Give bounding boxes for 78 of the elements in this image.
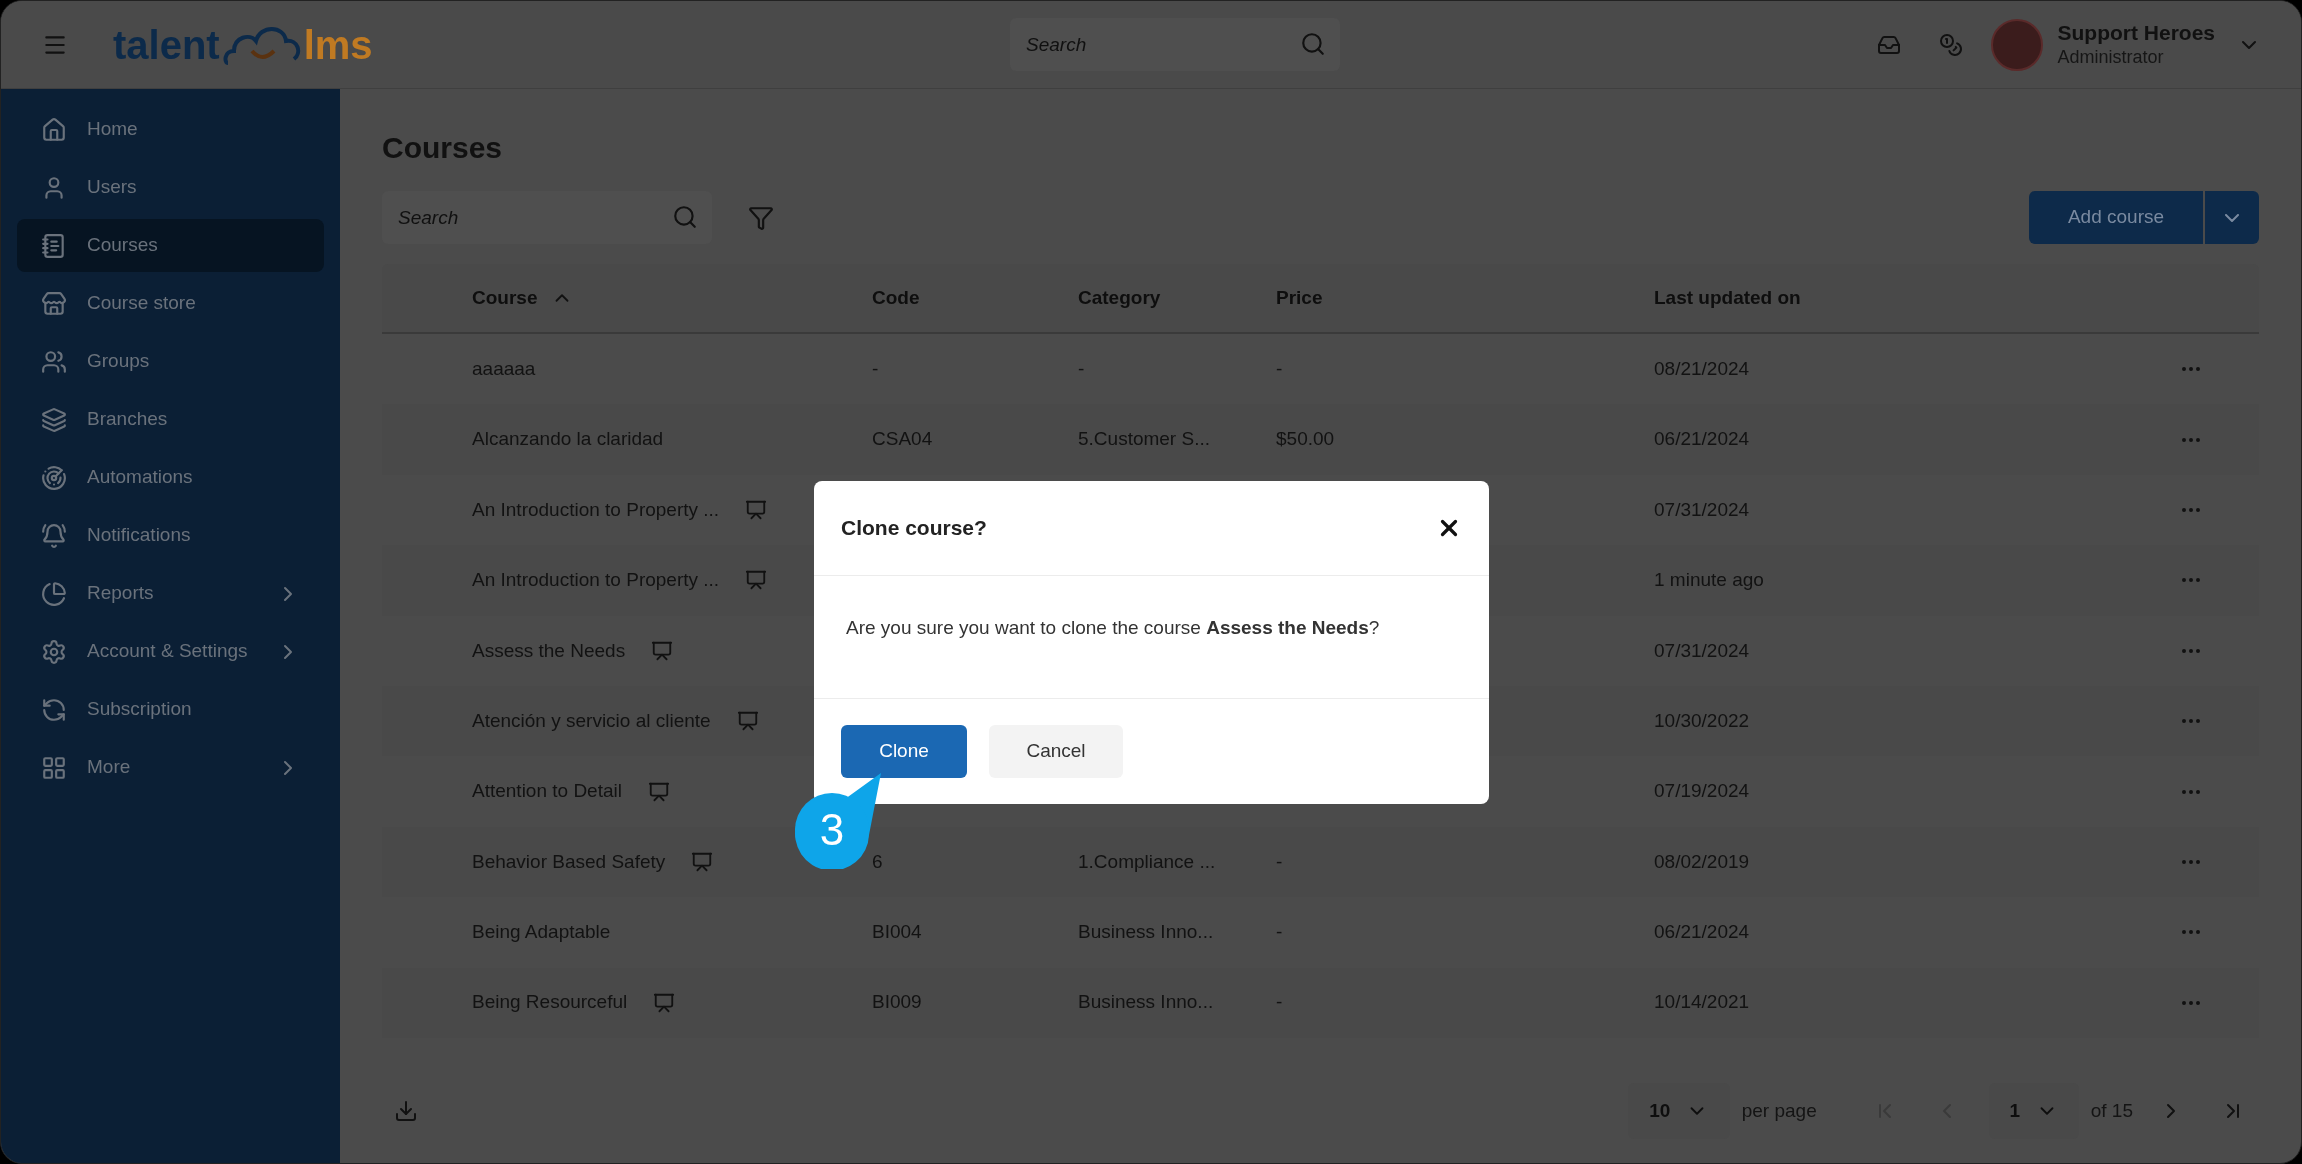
sidebar-item[interactable]: Reports (17, 567, 324, 620)
table-cell: 1.Compliance ... (1078, 850, 1216, 872)
logo-text: lms (303, 24, 373, 65)
clone-button[interactable]: Clone (841, 725, 967, 778)
table-cell: CSA04 (872, 428, 933, 450)
table-cell-text: An Introduction to Property ... (472, 497, 720, 522)
table-cell-text: Assess the Needs (472, 638, 626, 663)
table-cell: - (1078, 357, 1085, 379)
table-cell: Business Inno... (1078, 991, 1214, 1013)
search-icon (1300, 31, 1327, 57)
bell-icon (41, 522, 67, 549)
table-cell: - (872, 357, 879, 379)
group-icon (41, 348, 67, 375)
column-header[interactable]: Course (472, 283, 538, 313)
page-title: Courses (382, 133, 504, 163)
table-cell: 07/31/2024 (1654, 639, 1750, 661)
sidebar-item[interactable]: More (17, 741, 324, 794)
table-cell: 10/14/2021 (1654, 991, 1750, 1013)
sidebar-item[interactable]: Subscription (17, 683, 324, 736)
table-cell: Business Inno... (1078, 921, 1214, 943)
table-cell: 08/21/2024 (1654, 357, 1750, 379)
table-cell: BI009 (872, 991, 922, 1013)
sidebar-item[interactable]: Courses (17, 219, 324, 272)
sidebar-item[interactable]: Groups (17, 335, 324, 388)
sidebar-item[interactable]: Branches (17, 393, 324, 446)
table-cell: 06/21/2024 (1654, 921, 1750, 943)
dropdown-button[interactable] (2205, 191, 2259, 244)
table-cell: 07/31/2024 (1654, 498, 1750, 520)
cycle-icon (41, 696, 67, 723)
sidebar-item[interactable]: Notifications (17, 509, 324, 562)
column-header[interactable]: Code (872, 283, 920, 313)
table-cell-text: Being Adaptable (472, 920, 611, 945)
book-icon (41, 232, 67, 259)
filter-button[interactable] (748, 204, 774, 231)
table-cell: 10/30/2022 (1654, 709, 1750, 731)
table-cell: 5.Customer S... (1078, 428, 1210, 450)
per-page-label: per page (1741, 1098, 1817, 1123)
target-icon (41, 464, 67, 491)
sidebar-item[interactable]: Users (17, 161, 324, 214)
table-cell: BI004 (872, 921, 922, 943)
dialog-message: Are you sure you want to clone the course Assess the Needs? (846, 617, 1380, 638)
download-button[interactable] (394, 1098, 418, 1123)
table-cell: - (1276, 850, 1283, 872)
settings-icon (41, 638, 67, 665)
table-cell-text: Behavior Based Safety (472, 849, 666, 874)
pie-chart-icon (41, 580, 67, 607)
store-icon (41, 290, 67, 317)
search-field[interactable]: Search (382, 191, 712, 244)
column-header[interactable]: Price (1276, 283, 1323, 313)
table-cell-text: aaaaaa (472, 356, 536, 381)
layers-icon (41, 406, 67, 433)
table-cell: - (1276, 921, 1283, 943)
logo-text: talent (113, 24, 220, 65)
add-course-button[interactable]: Add course (2029, 191, 2203, 244)
search-field[interactable]: Search (1010, 18, 1341, 71)
user-name: Support Heroes (2057, 20, 2215, 47)
sidebar-item[interactable]: Automations (17, 451, 324, 504)
sidebar-item[interactable]: Account & Settings (17, 625, 324, 678)
coins-button[interactable] (1939, 32, 1964, 57)
sidebar-item[interactable]: Home (17, 103, 324, 156)
column-header[interactable]: Category (1078, 283, 1161, 313)
table-cell: 07/19/2024 (1654, 780, 1750, 802)
table-cell: 6 (872, 850, 883, 872)
grid-icon (41, 754, 67, 781)
table-cell-text: Being Resourceful (472, 990, 628, 1015)
dialog-title: Clone course? (841, 515, 987, 542)
table-cell-text: Attention to Detail (472, 779, 622, 804)
column-header[interactable]: Last updated on (1654, 283, 1801, 313)
table-cell: - (1276, 991, 1283, 1013)
table-cell: - (1276, 357, 1283, 379)
search-icon (672, 204, 698, 230)
sidebar-item[interactable]: Course store (17, 277, 324, 330)
table-cell: 08/02/2019 (1654, 850, 1750, 872)
home-icon (41, 116, 67, 143)
table-cell: $50.00 (1276, 428, 1335, 450)
table-cell: 06/21/2024 (1654, 428, 1750, 450)
cancel-button[interactable]: Cancel (989, 725, 1123, 778)
chevron-down-icon (2225, 213, 2239, 222)
